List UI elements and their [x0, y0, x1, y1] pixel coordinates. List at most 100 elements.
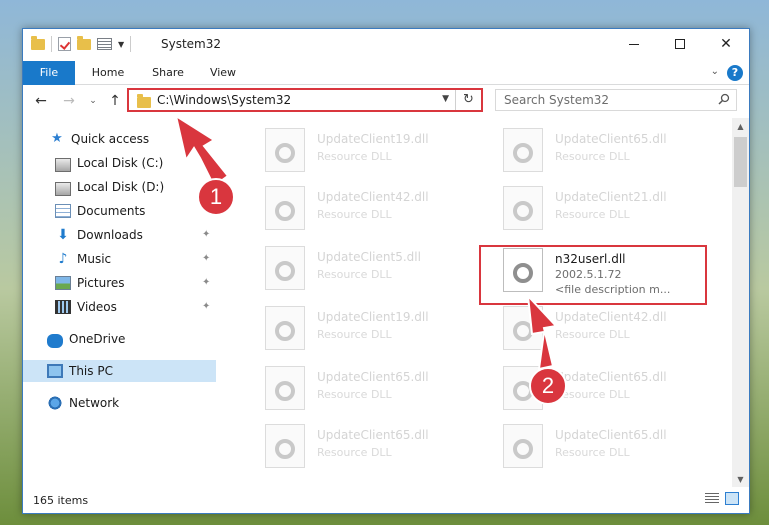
- expand-ribbon-chevron-icon[interactable]: ⌄: [711, 66, 719, 77]
- sidebar-item-quick-access[interactable]: ★ Quick access: [23, 128, 216, 150]
- dll-gear-icon: [503, 186, 543, 230]
- new-folder-icon[interactable]: [77, 35, 91, 50]
- sidebar-item-label: Documents: [77, 204, 146, 218]
- recent-locations-chevron-icon[interactable]: ⌄: [87, 91, 99, 111]
- pin-icon[interactable]: ✦: [202, 157, 212, 169]
- tab-home[interactable]: Home: [83, 61, 133, 85]
- sidebar-item-network[interactable]: Network: [23, 392, 216, 414]
- sidebar-item-label: Music: [77, 252, 112, 266]
- file-item[interactable]: UpdateClient65.dll Resource DLL: [247, 420, 477, 472]
- file-item[interactable]: UpdateClient21.dll Resource DLL: [485, 182, 715, 234]
- scroll-up-arrow-icon[interactable]: ▲: [732, 118, 749, 135]
- file-name: UpdateClient65.dll: [555, 370, 667, 384]
- file-name: UpdateClient65.dll: [317, 370, 429, 384]
- file-item[interactable]: UpdateClient5.dll Resource DLL: [247, 242, 477, 294]
- maximize-button[interactable]: [657, 29, 703, 59]
- sidebar-item-music[interactable]: ♪ Music ✦: [23, 248, 216, 270]
- customize-toolbar-icon[interactable]: [97, 38, 112, 50]
- title-bar: ▼ System32 ✕: [23, 29, 749, 61]
- sidebar-item-label: This PC: [69, 364, 113, 378]
- minimize-icon: [629, 43, 639, 45]
- sidebar-item-this-pc[interactable]: This PC: [23, 360, 216, 382]
- maximize-icon: [675, 39, 685, 49]
- file-name: UpdateClient19.dll: [317, 132, 429, 146]
- sidebar-item-documents[interactable]: Documents ✦: [23, 200, 216, 222]
- scrollbar-thumb[interactable]: [734, 137, 747, 187]
- file-type: Resource DLL: [317, 208, 392, 221]
- close-button[interactable]: ✕: [703, 29, 749, 59]
- search-box[interactable]: Search System32: [495, 89, 737, 111]
- local-disk-icon: [55, 157, 71, 172]
- file-item[interactable]: UpdateClient65.dll Resource DLL: [485, 124, 715, 176]
- file-item[interactable]: UpdateClient19.dll Resource DLL: [247, 302, 477, 354]
- file-name: UpdateClient42.dll: [317, 190, 429, 204]
- file-type: Resource DLL: [555, 208, 630, 221]
- dll-gear-icon: [265, 306, 305, 350]
- videos-icon: [55, 300, 71, 314]
- toolbar-separator: [51, 36, 52, 52]
- sidebar-item-local-disk-c[interactable]: Local Disk (C:) ✦: [23, 152, 216, 174]
- scroll-down-arrow-icon[interactable]: ▼: [732, 471, 749, 488]
- address-path[interactable]: C:\Windows\System32: [157, 93, 291, 107]
- minimize-button[interactable]: [611, 29, 657, 59]
- tab-view[interactable]: View: [201, 61, 245, 85]
- ribbon-tabs: File Home Share View ⌄ ?: [23, 61, 749, 85]
- search-input[interactable]: Search System32: [504, 93, 609, 107]
- properties-check-icon[interactable]: [58, 37, 71, 51]
- file-type: Resource DLL: [317, 328, 392, 341]
- vertical-scrollbar[interactable]: ▲ ▼: [732, 118, 749, 488]
- highlight-box-file: [479, 245, 707, 305]
- folder-icon: [137, 94, 151, 108]
- file-item[interactable]: UpdateClient19.dll Resource DLL: [247, 124, 477, 176]
- search-icon: [718, 93, 730, 105]
- file-type: Resource DLL: [555, 328, 630, 341]
- file-item[interactable]: UpdateClient42.dll Resource DLL: [247, 182, 477, 234]
- file-name: UpdateClient5.dll: [317, 250, 421, 264]
- explorer-window: ▼ System32 ✕ File Home Share View ⌄ ? ← …: [22, 28, 750, 514]
- file-item[interactable]: UpdateClient65.dll Resource DLL: [485, 420, 715, 472]
- this-pc-icon: [47, 364, 63, 378]
- refresh-button[interactable]: ↻: [455, 90, 481, 110]
- file-item[interactable]: UpdateClient65.dll Resource DLL: [485, 362, 715, 414]
- sidebar-item-pictures[interactable]: Pictures ✦: [23, 272, 216, 294]
- dll-gear-icon: [265, 366, 305, 410]
- star-icon: ★: [51, 131, 63, 146]
- sidebar-item-local-disk-d[interactable]: Local Disk (D:) ✦: [23, 176, 216, 198]
- sidebar-item-label: Quick access: [71, 132, 150, 146]
- up-button[interactable]: ↑: [105, 91, 125, 111]
- sidebar-item-videos[interactable]: Videos ✦: [23, 296, 216, 318]
- dll-gear-icon: [265, 128, 305, 172]
- downloads-icon: ⬇: [57, 227, 69, 243]
- file-name: UpdateClient21.dll: [555, 190, 667, 204]
- toolbar-dropdown-icon[interactable]: ▼: [118, 40, 124, 49]
- pin-icon[interactable]: ✦: [202, 229, 212, 241]
- sidebar-item-onedrive[interactable]: OneDrive: [23, 328, 216, 350]
- help-icon[interactable]: ?: [727, 65, 743, 81]
- dll-gear-icon: [265, 186, 305, 230]
- pin-icon[interactable]: ✦: [202, 277, 212, 289]
- file-name: UpdateClient42.dll: [555, 310, 667, 324]
- large-icons-view-icon[interactable]: [725, 492, 739, 505]
- file-item[interactable]: UpdateClient65.dll Resource DLL: [247, 362, 477, 414]
- file-type: Resource DLL: [555, 446, 630, 459]
- folder-icon[interactable]: [31, 35, 45, 50]
- pin-icon[interactable]: ✦: [202, 301, 212, 313]
- address-dropdown-icon[interactable]: ▼: [442, 94, 449, 104]
- sidebar-item-downloads[interactable]: ⬇ Downloads ✦: [23, 224, 216, 246]
- address-bar[interactable]: C:\Windows\System32 ▼ ↻: [127, 88, 483, 112]
- file-name: UpdateClient19.dll: [317, 310, 429, 324]
- file-type: Resource DLL: [317, 446, 392, 459]
- details-view-icon[interactable]: [705, 493, 719, 505]
- back-button[interactable]: ←: [31, 91, 51, 111]
- sidebar-item-label: OneDrive: [69, 332, 126, 346]
- tab-file[interactable]: File: [23, 61, 75, 85]
- forward-button[interactable]: →: [59, 91, 79, 111]
- toolbar-separator: [130, 36, 132, 52]
- local-disk-icon: [55, 181, 71, 196]
- dll-gear-icon: [503, 306, 543, 350]
- tab-share[interactable]: Share: [143, 61, 193, 85]
- pin-icon[interactable]: ✦: [202, 253, 212, 265]
- file-item[interactable]: UpdateClient42.dll Resource DLL: [485, 302, 715, 354]
- navigation-pane: ★ Quick access Local Disk (C:) ✦ Local D…: [23, 118, 216, 488]
- dll-gear-icon: [503, 128, 543, 172]
